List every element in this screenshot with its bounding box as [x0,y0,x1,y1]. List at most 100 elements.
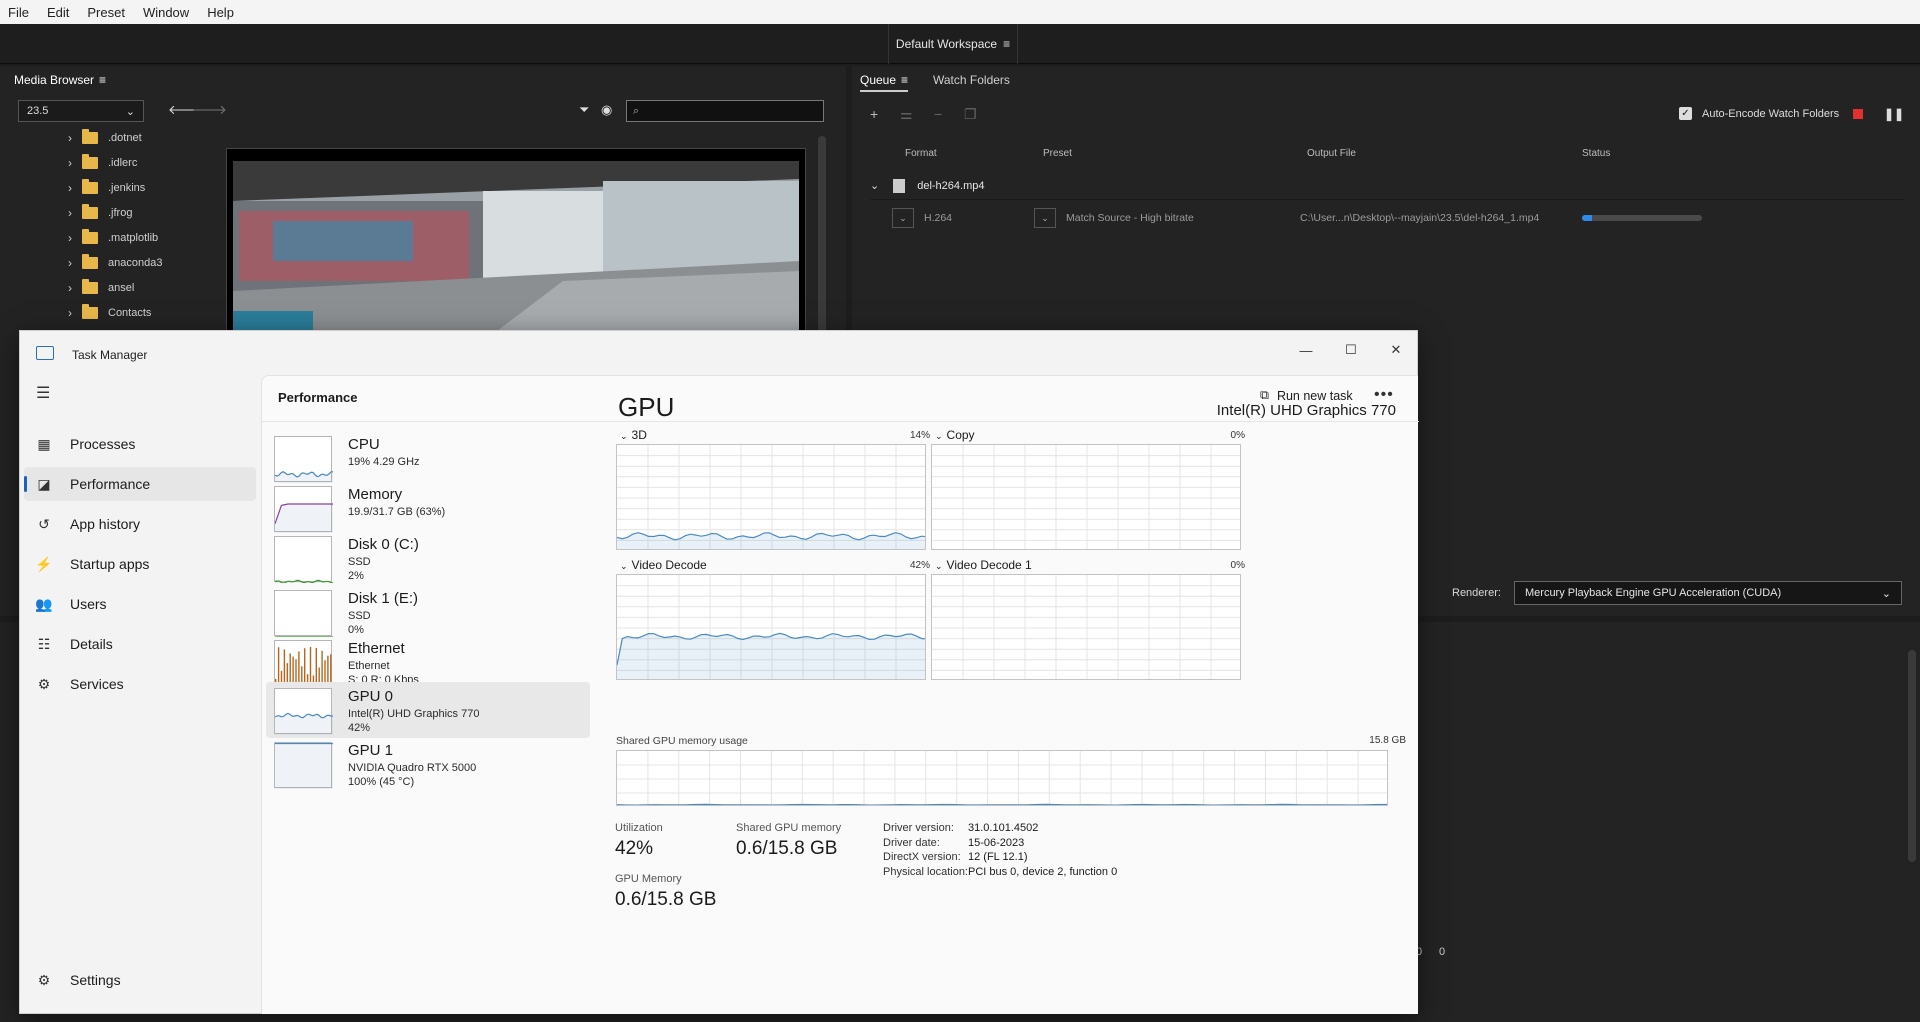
device-item-gpu-0[interactable]: GPU 0 Intel(R) UHD Graphics 770 42% [266,682,590,738]
menu-bar: File Edit Preset Window Help [0,0,1920,24]
filter-icon[interactable]: ⏷ [579,102,589,118]
menu-edit[interactable]: Edit [47,5,69,20]
stop-queue-icon[interactable] [1853,109,1863,119]
close-icon[interactable]: ✕ [1376,339,1416,361]
folder-item[interactable]: › .dotnet [68,126,142,150]
folder-item[interactable]: › anaconda3 [68,251,162,275]
title-bar[interactable]: Task Manager — ☐ ✕ [20,331,1419,375]
engine-selector-1[interactable]: ⌄ Copy [935,428,975,442]
duplicate-icon[interactable]: ❐ [964,106,977,123]
panel-menu-icon[interactable]: ≡ [99,73,106,87]
add-source-icon[interactable]: + [870,106,878,122]
device-item-gpu-1[interactable]: GPU 1 NVIDIA Quadro RTX 5000 100% (45 °C) [266,736,590,792]
shared-gpu-memory-value: 0.6/15.8 GB [736,838,838,859]
tab-watch-folders[interactable]: Watch Folders [933,73,1010,87]
chevron-down-icon: ⌄ [1881,587,1891,600]
chevron-right-icon[interactable]: › [68,256,72,270]
maximize-icon[interactable]: ☐ [1331,339,1371,361]
menu-help[interactable]: Help [207,5,234,20]
queue-item-output[interactable]: C:\User...n\Desktop\--mayjain\23.5\del-h… [1300,212,1539,224]
folder-item[interactable]: › .matplotlib [68,226,158,250]
engine-label: Video Decode [631,558,707,572]
gpu-memory-value: 0.6/15.8 GB [615,889,717,910]
device-item-cpu[interactable]: CPU 19% 4.29 GHz [266,430,590,483]
chevron-right-icon[interactable]: › [68,131,72,145]
device-name: Ethernet [348,640,405,657]
nav-settings[interactable]: ⚙ Settings [24,963,256,997]
expand-chevron-icon[interactable]: ⌄ [870,179,879,192]
engine-percent: 14% [909,430,930,441]
device-thumbnail-graph [274,742,333,789]
gpu-model: Intel(R) UHD Graphics 770 [1216,402,1396,419]
device-item-memory[interactable]: Memory 19.9/31.7 GB (63%) [266,480,590,533]
tab-media-browser[interactable]: Media Browser ≡ [14,73,106,87]
nav-performance[interactable]: ◪ Performance [24,467,256,501]
menu-window[interactable]: Window [143,5,189,20]
folder-label: .jfrog [108,207,133,219]
chevron-right-icon[interactable]: › [68,206,72,220]
engine-selector-0[interactable]: ⌄ 3D [620,428,647,442]
engine-selector-2[interactable]: ⌄ Video Decode [620,558,707,572]
nav-users[interactable]: 👥 Users [24,587,256,621]
minimize-icon[interactable]: — [1286,339,1326,361]
chevron-right-icon[interactable]: › [68,181,72,195]
bottom-scrollbar[interactable] [1908,650,1916,862]
queue-item-format[interactable]: H.264 [924,212,1034,224]
gpu-memory-label: GPU Memory [615,873,682,885]
engine-graph-3 [931,574,1241,680]
detail-value: PCI bus 0, device 2, function 0 [968,865,1118,878]
nav-services[interactable]: ⚙ Services [24,667,256,701]
device-line1: NVIDIA Quadro RTX 5000 [348,762,477,774]
folder-select[interactable]: 23.5 ⌄ [18,100,144,122]
device-item-disk-1-e[interactable]: Disk 1 (E:) SSD 0% [266,584,590,637]
workspace-switcher[interactable]: Default Workspace ≡ [888,24,1018,64]
renderer-select[interactable]: Mercury Playback Engine GPU Acceleration… [1514,581,1902,605]
device-item-disk-0-c[interactable]: Disk 0 (C:) SSD 2% [266,530,590,586]
media-search-input[interactable]: ⌕ [626,100,824,122]
forward-arrow-icon[interactable]: 🡒 [192,102,227,118]
folder-item[interactable]: › .jfrog [68,201,132,225]
queue-item-preset[interactable]: Match Source - High bitrate [1066,212,1300,224]
panel-menu-icon[interactable]: ≡ [901,73,908,87]
nav-processes[interactable]: ▦ Processes [24,427,256,461]
queue-group-row[interactable]: ⌄ del-h264.mp4 [870,172,1904,200]
tab-queue[interactable]: Queue ≡ [860,73,909,92]
chevron-right-icon[interactable]: › [68,156,72,170]
shared-gpu-memory-label: Shared GPU memory [736,822,842,834]
startup-apps-icon: ⚡ [35,555,53,572]
pause-icon[interactable]: ❚❚ [1884,107,1904,121]
tab-label: Queue [860,73,897,87]
folder-item[interactable]: › ansel [68,276,134,300]
settings-sliders-icon[interactable]: ⚌ [900,106,913,123]
eye-icon[interactable]: ◉ [601,102,612,118]
preset-dropdown-icon[interactable]: ⌄ [1034,208,1056,228]
remove-icon[interactable]: − [934,106,942,122]
file-icon [893,178,906,193]
media-browser-scrollbar[interactable] [818,136,826,336]
detail-value: 15-06-2023 [968,836,1025,849]
engine-selector-3[interactable]: ⌄ Video Decode 1 [935,558,1032,572]
run-task-icon: ⧉ [1260,388,1269,402]
renderer-value: Mercury Playback Engine GPU Acceleration… [1525,587,1782,599]
auto-encode-checkbox[interactable]: ✓ [1679,107,1692,120]
chevron-right-icon[interactable]: › [68,281,72,295]
detail-label: Driver date: [883,836,940,849]
chevron-right-icon[interactable]: › [68,231,72,245]
nav-details[interactable]: ☷ Details [24,627,256,661]
nav-app-history[interactable]: ↺ App history [24,507,256,541]
folder-item[interactable]: › .jenkins [68,176,145,200]
run-new-task-button[interactable]: ⧉ Run new task [1260,388,1353,403]
queue-item-row[interactable]: ⌄ H.264 ⌄ Match Source - High bitrate C:… [870,202,1904,234]
performance-icon: ◪ [37,475,51,492]
nav-startup-apps[interactable]: ⚡ Startup apps [24,547,256,581]
menu-file[interactable]: File [8,5,29,20]
menu-preset[interactable]: Preset [87,5,125,20]
folder-item[interactable]: › .idlerc [68,151,137,175]
utilization-value: 42% [615,838,654,859]
folder-item[interactable]: › Contacts [68,301,151,325]
device-name: CPU [348,436,380,453]
hamburger-menu-icon[interactable]: ☰ [36,383,50,403]
format-dropdown-icon[interactable]: ⌄ [892,208,914,228]
chevron-right-icon[interactable]: › [68,306,72,320]
settings-gear-icon: ⚙ [37,971,51,988]
